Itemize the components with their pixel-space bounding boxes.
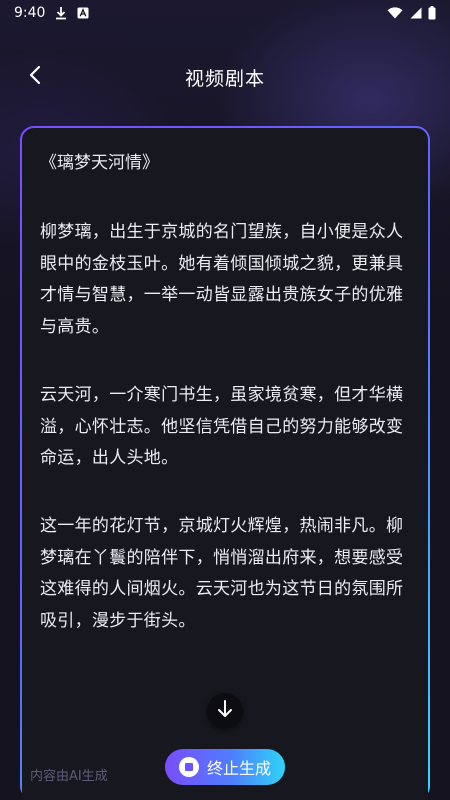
- arrow-down-icon: [217, 700, 233, 722]
- script-title: 《璃梦天河情》: [40, 153, 159, 173]
- script-paragraph: 柳梦璃，出生于京城的名门望族，自小便是众人眼中的金枝玉叶。她有着倾国倾城之貌，更…: [40, 222, 404, 338]
- status-time: 9:40: [14, 5, 46, 21]
- status-bar: 9:40: [0, 0, 450, 26]
- a-box-icon: [77, 7, 89, 19]
- script-paragraph: 云天河，一介寒门书生，虽家境贫寒，但才华横溢，心怀壮志。他坚信凭借自己的努力能够…: [40, 384, 404, 469]
- chevron-left-icon: [28, 65, 42, 89]
- stop-icon: [178, 757, 199, 777]
- stop-generation-button[interactable]: 终止生成: [165, 749, 285, 785]
- wifi-icon: [387, 7, 403, 19]
- ai-generated-note: 内容由AI生成: [30, 769, 108, 784]
- scroll-down-button[interactable]: [207, 693, 243, 729]
- battery-icon: [428, 6, 436, 20]
- page-title: 视频剧本: [184, 67, 265, 90]
- back-button[interactable]: [18, 60, 52, 94]
- status-right: [387, 6, 436, 20]
- stop-generation-label: 终止生成: [206, 759, 271, 778]
- header: 视频剧本: [0, 52, 450, 102]
- download-icon: [55, 6, 67, 20]
- status-left: 9:40: [14, 5, 89, 21]
- script-paragraph: 这一年的花灯节，京城灯火辉煌，热闹非凡。柳梦璃在丫鬟的陪伴下，悄悄溜出府来，想要…: [40, 515, 404, 632]
- signal-icon: [409, 7, 422, 19]
